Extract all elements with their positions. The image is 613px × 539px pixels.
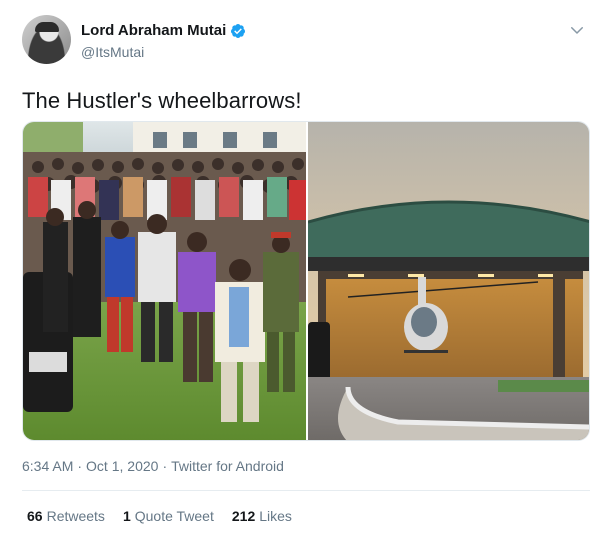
likes-stat[interactable]: 212 Likes — [232, 508, 292, 524]
author-display-name-row[interactable]: Lord Abraham Mutai — [81, 22, 246, 39]
author-display-name[interactable]: Lord Abraham Mutai — [81, 22, 226, 39]
chevron-down-icon[interactable] — [568, 21, 586, 39]
tweet-stats: 66 Retweets 1 Quote Tweet 212 Likes — [27, 508, 292, 524]
quotes-count: 1 — [122, 508, 131, 524]
tweet-header: Lord Abraham Mutai @ItsMutai — [22, 13, 594, 69]
tweet-source[interactable]: Twitter for Android — [171, 458, 284, 474]
avatar[interactable] — [22, 15, 71, 64]
tweet-time[interactable]: 6:34 AM — [22, 458, 73, 474]
meta-separator: · — [77, 458, 83, 474]
divider — [22, 490, 590, 491]
tweet-date[interactable]: Oct 1, 2020 — [86, 458, 158, 474]
avatar-cap-shape — [35, 22, 59, 32]
helicopter-hangar-photo[interactable] — [308, 122, 590, 441]
likes-count: 212 — [231, 508, 256, 524]
author-names: Lord Abraham Mutai @ItsMutai — [81, 22, 246, 60]
meta-separator: · — [162, 458, 168, 474]
author-handle[interactable]: @ItsMutai — [81, 44, 246, 60]
likes-label: Likes — [259, 508, 292, 524]
retweets-count: 66 — [27, 508, 43, 524]
tweet-meta: 6:34 AM · Oct 1, 2020 · Twitter for Andr… — [22, 458, 284, 474]
quotes-label: Quote Tweet — [134, 508, 214, 524]
crowd-photo[interactable] — [23, 122, 306, 441]
quotes-stat[interactable]: 1 Quote Tweet — [123, 508, 214, 524]
retweets-stat[interactable]: 66 Retweets — [27, 508, 105, 524]
retweets-label: Retweets — [46, 508, 105, 524]
media-grid — [22, 121, 590, 441]
tweet-text: The Hustler's wheelbarrows! — [22, 88, 302, 113]
tweet-card: Lord Abraham Mutai @ItsMutai The Hustler… — [0, 0, 613, 539]
verified-badge-icon — [231, 23, 246, 38]
